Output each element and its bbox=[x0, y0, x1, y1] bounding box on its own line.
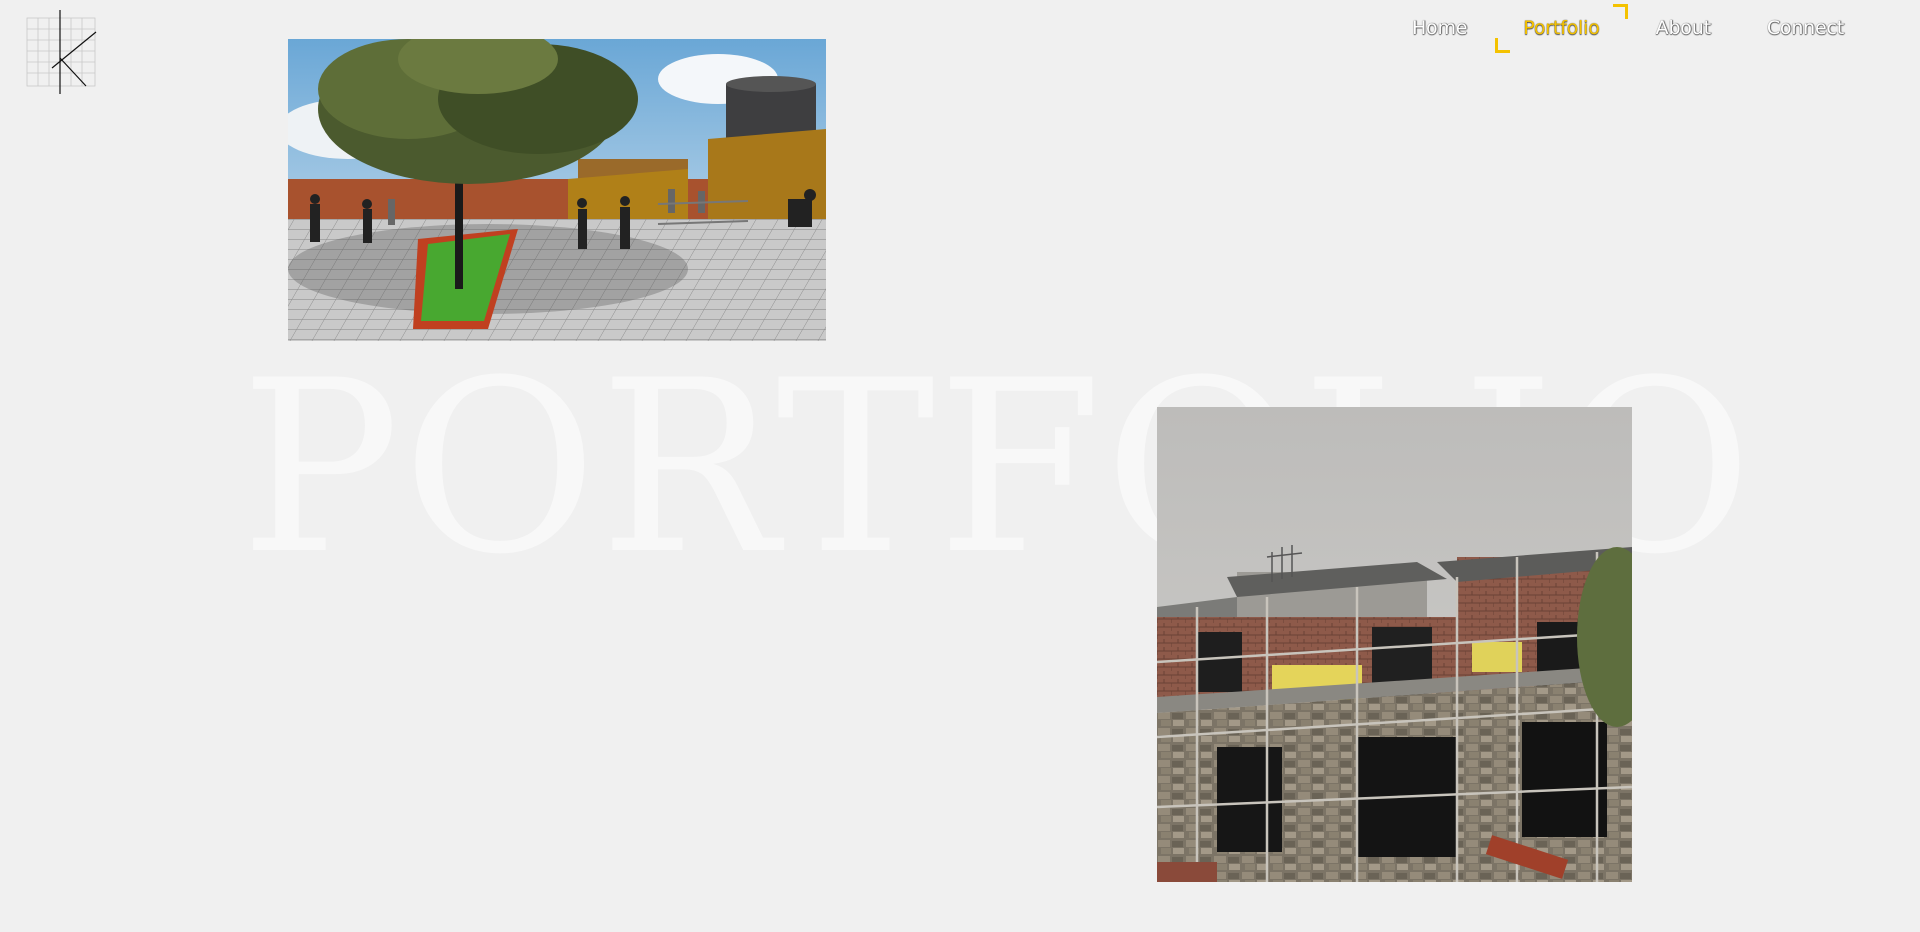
active-bracket-bottom-left bbox=[1495, 38, 1511, 53]
nav-item-home-label: Home bbox=[1411, 17, 1468, 39]
nav-item-portfolio[interactable]: Portfolio bbox=[1495, 4, 1628, 53]
grid-k-logo-icon bbox=[26, 10, 97, 94]
site-logo[interactable] bbox=[26, 10, 98, 94]
plaza-render-image[interactable] bbox=[288, 39, 826, 341]
nav-item-portfolio-label: Portfolio bbox=[1523, 17, 1600, 39]
main-nav: Home Portfolio About Connect bbox=[1384, 4, 1872, 53]
nav-item-about-label: About bbox=[1655, 17, 1711, 39]
page: Home Portfolio About Connect PORTFOLIO bbox=[0, 0, 1920, 932]
nav-item-connect[interactable]: Connect bbox=[1739, 11, 1872, 45]
nav-item-about[interactable]: About bbox=[1628, 11, 1739, 45]
stone-building-construction-image[interactable] bbox=[1157, 407, 1632, 882]
active-bracket-top-right bbox=[1612, 4, 1628, 19]
nav-item-home[interactable]: Home bbox=[1384, 11, 1495, 45]
nav-item-connect-label: Connect bbox=[1766, 17, 1844, 39]
